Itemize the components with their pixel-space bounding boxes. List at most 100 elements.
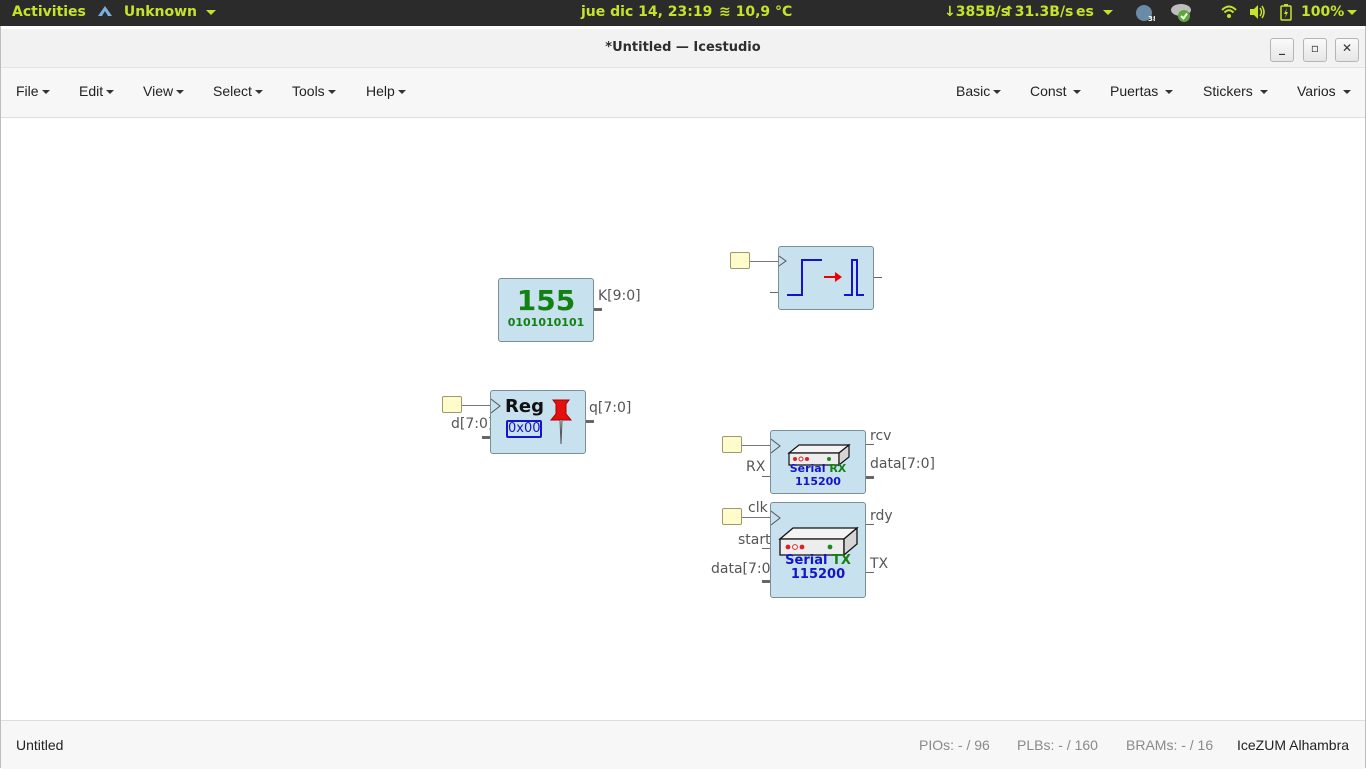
menu-view[interactable]: View	[143, 83, 185, 99]
chevron-down-icon	[1102, 9, 1113, 15]
wire	[742, 445, 772, 446]
menu-view-label: View	[143, 83, 174, 99]
edge-detector-block[interactable]	[778, 246, 874, 310]
caret-down-icon	[1259, 90, 1268, 95]
window-title: *Untitled — Icestudio	[605, 40, 761, 55]
serial-rx-block[interactable]: Serial RX 115200	[770, 430, 866, 494]
battery-level: 100%	[1301, 4, 1345, 20]
menu-tools[interactable]: Tools	[292, 83, 336, 99]
updates-badge: 38	[1148, 15, 1155, 23]
status-board[interactable]: IceZUM Alhambra	[1237, 737, 1349, 753]
menu-select-label: Select	[213, 83, 252, 99]
serial-tx-tx-port[interactable]	[866, 572, 874, 573]
volume-icon[interactable]	[1249, 4, 1266, 24]
serial-rx-input-label: RX	[746, 459, 766, 475]
serial-rx-title-a: Serial	[789, 462, 826, 475]
caret-down-icon	[176, 90, 185, 95]
menu-varios[interactable]: Varios	[1297, 83, 1351, 99]
app-icon	[98, 6, 112, 16]
register-block[interactable]: Reg 0x00	[490, 390, 586, 454]
wire	[750, 261, 780, 262]
clock-pin[interactable]	[722, 436, 742, 453]
serial-rx-title: Serial RX	[771, 463, 865, 475]
serial-tx-clk-label: clk	[748, 500, 768, 516]
keyboard-layout-label: es	[1076, 4, 1094, 20]
status-brams: BRAMs: - / 16	[1126, 737, 1214, 753]
menu-basic[interactable]: Basic	[956, 83, 1002, 99]
serial-tx-start-label: start	[738, 532, 771, 548]
window-titlebar[interactable]: *Untitled — Icestudio _ ▫ ✕	[1, 29, 1365, 68]
menu-select[interactable]: Select	[213, 83, 263, 99]
register-output-port[interactable]	[586, 420, 594, 423]
updates-icon[interactable]: 38	[1135, 3, 1158, 27]
menu-const[interactable]: Const	[1030, 83, 1082, 99]
menu-file[interactable]: File	[16, 83, 50, 99]
constant-output-port[interactable]	[594, 308, 602, 311]
register-title: Reg	[505, 396, 544, 417]
output-port[interactable]	[874, 277, 882, 278]
clock-pin[interactable]	[722, 508, 742, 525]
serial-tx-title-a: Serial	[785, 553, 828, 568]
weather-indicator[interactable]: ≋ 10,9 °C	[719, 4, 792, 20]
constant-value: 155	[516, 284, 576, 317]
net-download: ↓385B/s	[944, 4, 1010, 20]
clock-pin[interactable]	[730, 252, 750, 269]
menu-stickers[interactable]: Stickers	[1203, 83, 1268, 99]
serial-rx-rcv-label: rcv	[870, 428, 892, 444]
menu-help[interactable]: Help	[366, 83, 406, 99]
menu-puertas[interactable]: Puertas	[1110, 83, 1174, 99]
system-menu[interactable]	[1347, 4, 1357, 20]
app-menu[interactable]: Unknown	[97, 4, 216, 20]
chevron-down-icon	[1347, 9, 1357, 15]
clock-triangle-icon	[491, 398, 501, 414]
edge-pulse-icon	[778, 255, 864, 296]
serial-tx-title: Serial TX	[771, 554, 865, 568]
serial-tx-rdy-port[interactable]	[866, 524, 874, 525]
serial-tx-rdy-label: rdy	[870, 508, 893, 524]
system-top-bar: Activities Unknown jue dic 14, 23:19 ≋ 1…	[0, 0, 1366, 26]
fog-icon: ≋	[719, 4, 731, 20]
serial-tx-block[interactable]: Serial TX 115200	[770, 502, 866, 598]
register-input-label: d[7:0]	[451, 416, 494, 432]
caret-down-icon	[1073, 90, 1082, 95]
wire	[742, 517, 772, 518]
minimize-icon: _	[1279, 41, 1285, 55]
icestudio-window: *Untitled — Icestudio _ ▫ ✕ File Edit Vi…	[0, 26, 1366, 769]
caret-down-icon	[993, 90, 1002, 95]
constant-binary: 0101010101	[507, 316, 585, 329]
constant-output-label: K[9:0]	[598, 288, 641, 304]
cloud-sync-icon[interactable]	[1170, 1, 1194, 27]
clock-triangle-icon	[771, 438, 781, 454]
menu-puertas-label: Puertas	[1110, 83, 1159, 99]
caret-down-icon	[106, 90, 115, 95]
wifi-icon[interactable]	[1221, 4, 1237, 24]
clock[interactable]: jue dic 14, 23:19	[581, 4, 712, 20]
register-output-label: q[7:0]	[589, 400, 632, 416]
menu-edit[interactable]: Edit	[79, 83, 115, 99]
menu-file-label: File	[16, 83, 39, 99]
menu-const-label: Const	[1030, 83, 1067, 99]
maximize-button[interactable]: ▫	[1303, 38, 1327, 62]
app-menu-label: Unknown	[123, 4, 198, 20]
register-init-value: 0x00	[506, 420, 542, 438]
menu-varios-label: Varios	[1297, 83, 1336, 99]
close-button[interactable]: ✕	[1335, 38, 1359, 62]
status-pios: PIOs: - / 96	[919, 737, 990, 753]
status-bar: Untitled PIOs: - / 96 PLBs: - / 160 BRAM…	[1, 720, 1365, 769]
caret-down-icon	[1165, 90, 1174, 95]
caret-down-icon	[41, 90, 50, 95]
menu-stickers-label: Stickers	[1203, 83, 1253, 99]
activities-button[interactable]: Activities	[12, 4, 86, 20]
minimize-button[interactable]: _	[1270, 38, 1294, 62]
menu-bar: File Edit View Select Tools Help Basic C…	[1, 68, 1365, 118]
constant-block[interactable]: 155 0101010101	[498, 278, 594, 342]
serial-rx-data-port[interactable]	[866, 476, 874, 479]
battery-icon[interactable]	[1280, 4, 1292, 25]
caret-down-icon	[1342, 90, 1351, 95]
caret-down-icon	[254, 90, 263, 95]
design-canvas[interactable]	[1, 118, 1365, 720]
serial-rx-rcv-port[interactable]	[866, 444, 874, 445]
clock-pin[interactable]	[442, 396, 462, 413]
caret-down-icon	[327, 90, 336, 95]
keyboard-layout[interactable]: es	[1076, 4, 1113, 20]
